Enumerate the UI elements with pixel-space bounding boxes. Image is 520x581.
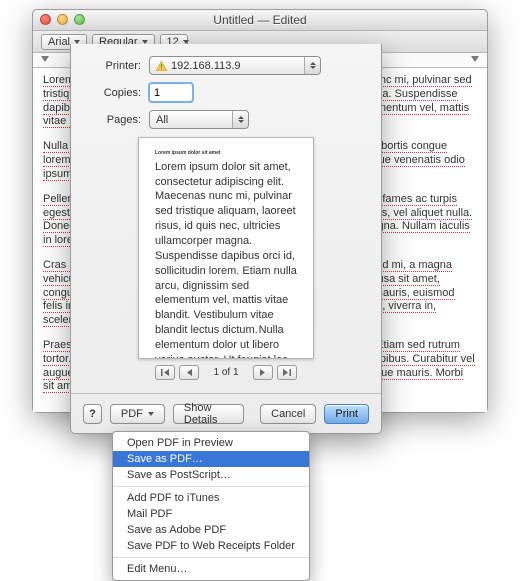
pdf-menu-button[interactable]: PDF xyxy=(110,404,165,424)
printer-label: Printer: xyxy=(85,60,141,72)
warning-icon xyxy=(156,61,167,71)
menu-separator xyxy=(113,557,309,558)
chevron-down-icon xyxy=(183,40,189,44)
pages-label: Pages: xyxy=(85,114,141,126)
page-indicator: 1 of 1 xyxy=(213,367,238,378)
menu-item-save-postscript[interactable]: Save as PostScript… xyxy=(113,467,309,483)
copies-label: Copies: xyxy=(85,87,141,99)
prev-page-button[interactable] xyxy=(179,365,199,380)
minimize-icon[interactable] xyxy=(57,14,68,25)
next-page-button[interactable] xyxy=(253,365,273,380)
menu-item-save-as-pdf[interactable]: Save as PDF… xyxy=(113,451,309,467)
button-bar: ? PDF Show Details Cancel Print xyxy=(71,393,381,433)
pages-select[interactable]: All xyxy=(149,110,249,129)
chevron-down-icon xyxy=(148,412,154,416)
chevron-down-icon xyxy=(142,40,148,44)
menu-item-adobe-pdf[interactable]: Save as Adobe PDF xyxy=(113,522,309,538)
ruler-marker-left[interactable] xyxy=(41,56,49,64)
menu-item-open-preview[interactable]: Open PDF in Preview xyxy=(113,435,309,451)
printer-select[interactable]: 192.168.113.9 xyxy=(149,56,321,75)
zoom-icon[interactable] xyxy=(74,14,85,25)
print-dialog: Printer: 192.168.113.9 Copies: Pages: Al… xyxy=(70,44,382,434)
page-navigator: 1 of 1 xyxy=(85,365,367,380)
menu-item-edit-menu[interactable]: Edit Menu… xyxy=(113,561,309,577)
window-title: Untitled — Edited xyxy=(213,13,306,27)
help-button[interactable]: ? xyxy=(83,404,102,424)
chevron-down-icon xyxy=(74,40,80,44)
stepper-icon xyxy=(232,111,248,128)
menu-separator xyxy=(113,486,309,487)
pages-value: All xyxy=(156,114,168,126)
traffic-lights xyxy=(40,14,85,25)
cancel-button[interactable]: Cancel xyxy=(260,404,316,424)
printer-value: 192.168.113.9 xyxy=(171,60,241,72)
stepper-icon xyxy=(304,57,320,74)
pdf-dropdown-menu: Open PDF in Preview Save as PDF… Save as… xyxy=(112,431,310,581)
last-page-button[interactable] xyxy=(277,365,297,380)
font-family-label: Arial xyxy=(48,36,70,48)
copies-input[interactable] xyxy=(149,83,193,102)
titlebar: Untitled — Edited xyxy=(33,10,487,31)
menu-item-web-receipts[interactable]: Save PDF to Web Receipts Folder xyxy=(113,538,309,554)
close-icon[interactable] xyxy=(40,14,51,25)
print-preview: Lorem ipsum dolor sit amet Lorem ipsum d… xyxy=(138,137,314,359)
ruler-marker-right[interactable] xyxy=(471,56,479,64)
print-button[interactable]: Print xyxy=(324,404,369,424)
show-details-button[interactable]: Show Details xyxy=(173,404,244,424)
first-page-button[interactable] xyxy=(155,365,175,380)
menu-item-add-itunes[interactable]: Add PDF to iTunes xyxy=(113,490,309,506)
pdf-label: PDF xyxy=(121,408,143,420)
